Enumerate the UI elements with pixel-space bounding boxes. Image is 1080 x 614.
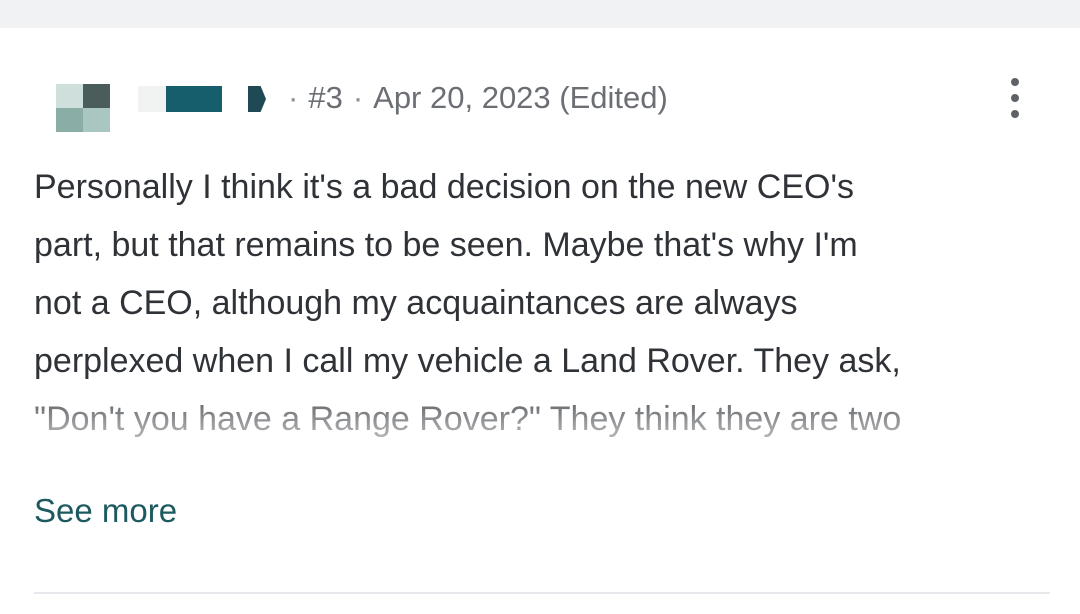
username-redacted[interactable]	[138, 86, 273, 112]
edited-label: (Edited)	[559, 80, 668, 115]
top-strip	[0, 0, 1080, 28]
post-number[interactable]: #3	[308, 80, 342, 116]
body-line: part, but that remains to be seen. Maybe…	[34, 226, 858, 264]
body-line: perplexed when I call my vehicle a Land …	[34, 342, 901, 380]
body-line: "Don't you have a Range Rover?" They thi…	[34, 400, 902, 438]
redaction-block	[138, 86, 166, 112]
meta-separator: ·	[288, 80, 299, 115]
redaction-block	[166, 86, 222, 112]
body-line: not a CEO, although my acquaintances are…	[34, 284, 798, 322]
comment-body: Personally I think it's a bad decision o…	[34, 158, 1054, 458]
avatar-pixel	[56, 84, 83, 108]
comment-header: · #3 · Apr 20, 2023 (Edited)	[0, 28, 1080, 148]
avatar-pixel	[83, 84, 110, 108]
avatar-pixel	[56, 108, 83, 132]
see-more-link[interactable]: See more	[34, 492, 177, 530]
divider	[34, 592, 1050, 594]
meta-separator: ·	[352, 80, 364, 115]
menu-dot	[1011, 78, 1019, 86]
avatar-pixel	[83, 108, 110, 132]
comment-card: · #3 · Apr 20, 2023 (Edited) Personally I t…	[0, 28, 1080, 614]
post-meta: · #3 · Apr 20, 2023 (Edited)	[278, 80, 668, 116]
menu-dot	[1011, 110, 1019, 118]
redaction-block	[248, 86, 266, 112]
body-line: Personally I think it's a bad decision o…	[34, 168, 854, 206]
more-vertical-icon[interactable]	[998, 76, 1032, 120]
avatar[interactable]	[56, 84, 110, 132]
post-date: Apr 20, 2023	[373, 80, 551, 115]
menu-dot	[1011, 94, 1019, 102]
